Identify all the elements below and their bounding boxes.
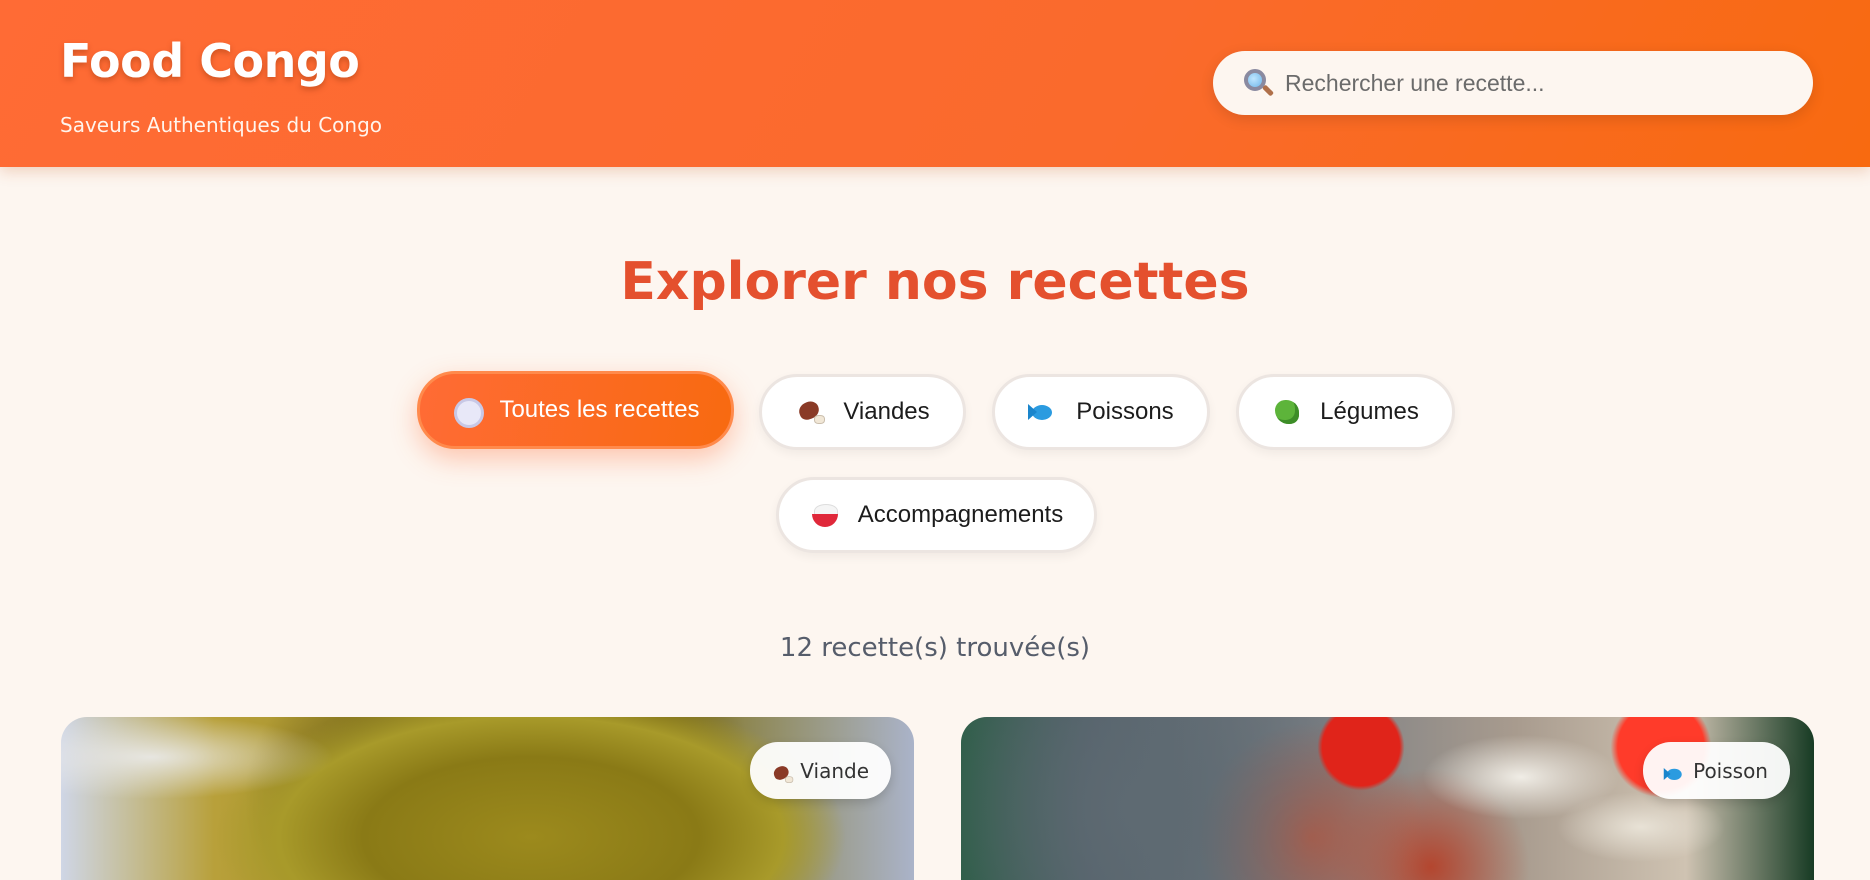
badge-label: Poisson bbox=[1693, 758, 1768, 783]
brand-title[interactable]: Food Congo bbox=[60, 34, 360, 88]
filter-meats[interactable]: Viandes bbox=[759, 374, 966, 450]
meat-icon bbox=[771, 762, 794, 783]
search-icon bbox=[1241, 66, 1275, 100]
filter-vegetables[interactable]: Légumes bbox=[1236, 374, 1455, 450]
search-bar[interactable] bbox=[1213, 51, 1813, 115]
brand-subtitle: Saveurs Authentiques du Congo bbox=[60, 113, 383, 137]
plate-icon bbox=[451, 395, 485, 428]
vegetable-icon bbox=[1272, 397, 1302, 427]
section-title: Explorer nos recettes bbox=[620, 252, 1250, 312]
rice-icon bbox=[810, 500, 840, 530]
filter-label: Poissons bbox=[1076, 398, 1174, 425]
filter-label: Viandes bbox=[843, 398, 930, 425]
search-input[interactable] bbox=[1285, 69, 1765, 97]
filter-all-recipes[interactable]: Toutes les recettes bbox=[417, 371, 734, 449]
fish-icon bbox=[1028, 397, 1058, 427]
filter-label: Accompagnements bbox=[857, 501, 1064, 528]
result-count: 12 recette(s) trouvée(s) bbox=[779, 633, 1091, 663]
category-badge: Poisson bbox=[1643, 742, 1790, 799]
badge-label: Viande bbox=[800, 758, 869, 783]
meat-icon bbox=[795, 397, 826, 427]
site-header: Food Congo Saveurs Authentiques du Congo bbox=[0, 0, 1870, 167]
filter-fish[interactable]: Poissons bbox=[992, 374, 1210, 450]
category-badge: Viande bbox=[750, 742, 891, 799]
filter-label: Toutes les recettes bbox=[499, 396, 700, 423]
filter-label: Légumes bbox=[1320, 398, 1419, 425]
filter-sides[interactable]: Accompagnements bbox=[776, 477, 1097, 553]
recipe-card[interactable]: Poisson bbox=[961, 717, 1814, 880]
recipe-card[interactable]: Viande bbox=[61, 717, 914, 880]
fish-icon bbox=[1663, 762, 1682, 780]
